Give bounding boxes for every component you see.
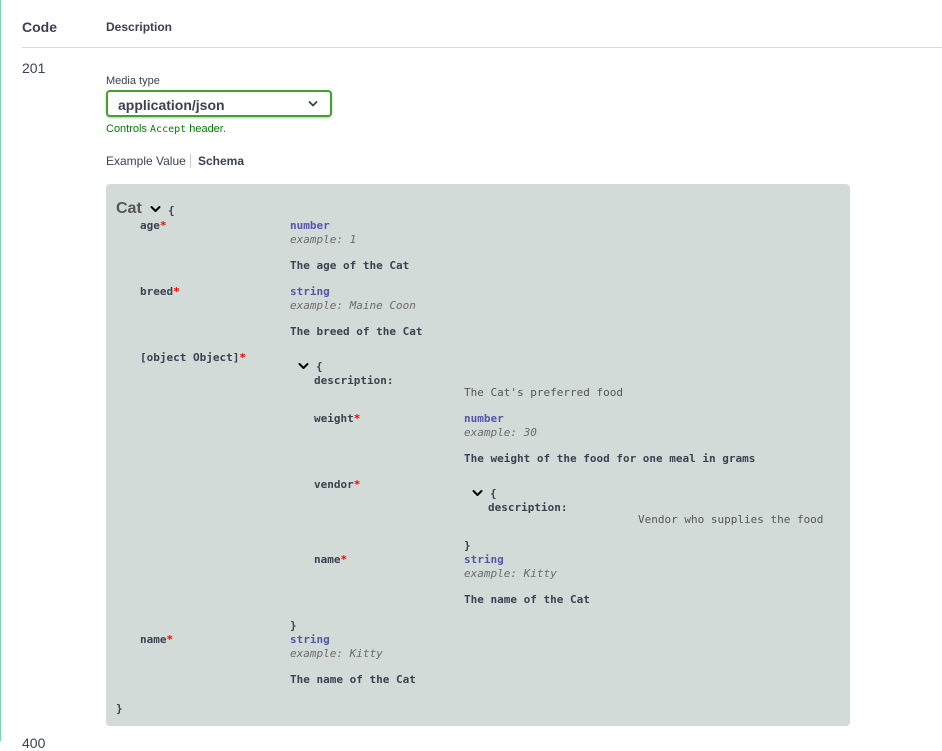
chevron-down-icon[interactable] xyxy=(472,489,483,498)
prop-name-breed: breed* xyxy=(140,285,180,298)
chevron-down-icon xyxy=(308,101,318,107)
response-left-border xyxy=(0,0,1,741)
media-type-help: Controls Accept header. xyxy=(106,123,226,135)
prop-example-breed: example: Maine Coon xyxy=(290,299,416,312)
prop-desc-weight: The weight of the food for one meal in g… xyxy=(464,452,756,465)
model-title[interactable]: Cat xyxy=(116,200,142,218)
prop-name-weight: weight* xyxy=(314,412,361,425)
header-divider xyxy=(22,47,942,48)
prop-desc-age: The age of the Cat xyxy=(290,259,410,272)
prop-example-food-name: example: Kitty xyxy=(464,567,557,580)
prop-type-name: string xyxy=(290,633,330,646)
column-header-description: Description xyxy=(106,20,173,34)
prop-type-weight: number xyxy=(464,412,504,425)
response-code-next: 400 xyxy=(22,735,46,751)
open-brace: { xyxy=(168,204,175,217)
prop-example-age: example: 1 xyxy=(290,233,357,246)
tab-separator xyxy=(190,154,191,168)
prop-name-age: age* xyxy=(140,219,167,232)
prop-name-food-name: name* xyxy=(314,553,348,566)
prop-name-preferred-food: [object Object]* xyxy=(140,351,246,364)
media-type-label: Media type xyxy=(106,75,160,87)
close-brace: } xyxy=(290,619,297,632)
accept-header-code: Accept xyxy=(150,124,187,135)
prop-type-age: number xyxy=(290,219,330,232)
preferred-food-description-label: description: xyxy=(314,374,394,387)
prop-name-name: name* xyxy=(140,633,174,646)
prop-type-breed: string xyxy=(290,285,330,298)
prop-desc-name: The name of the Cat xyxy=(290,673,416,686)
close-brace: } xyxy=(464,539,471,552)
media-type-select[interactable]: application/json xyxy=(106,90,332,117)
prop-desc-breed: The breed of the Cat xyxy=(290,325,423,338)
preferred-food-description: The Cat's preferred food xyxy=(464,386,623,399)
tab-example-value[interactable]: Example Value xyxy=(106,154,186,168)
prop-name-vendor: vendor* xyxy=(314,478,361,491)
media-type-value: application/json xyxy=(118,97,225,113)
vendor-description: Vendor who supplies the food xyxy=(638,513,824,526)
prop-example-weight: example: 30 xyxy=(464,426,537,439)
prop-example-name: example: Kitty xyxy=(290,647,383,660)
column-header-code: Code xyxy=(22,19,57,35)
tab-schema[interactable]: Schema xyxy=(198,154,244,168)
prop-type-food-name: string xyxy=(464,553,504,566)
open-brace: { xyxy=(316,360,323,373)
chevron-down-icon[interactable] xyxy=(298,362,309,371)
open-brace: { xyxy=(490,487,497,500)
schema-panel: Cat { age* number example: 1 The age of … xyxy=(106,184,850,726)
vendor-description-label: description: xyxy=(488,501,568,514)
response-code: 201 xyxy=(22,60,46,76)
prop-desc-food-name: The name of the Cat xyxy=(464,593,590,606)
chevron-down-icon[interactable] xyxy=(150,205,161,214)
close-brace: } xyxy=(116,702,123,715)
